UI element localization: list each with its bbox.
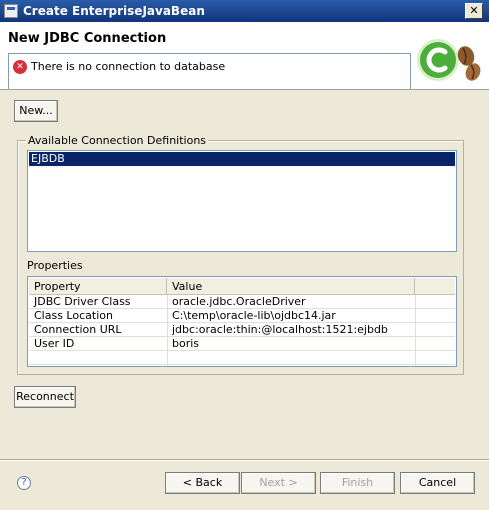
properties-label: Properties [27, 259, 83, 272]
value-cell: boris [172, 337, 200, 350]
table-row[interactable]: JDBC Driver Class oracle.jdbc.OracleDriv… [29, 295, 455, 309]
property-cell: Connection URL [34, 323, 122, 336]
property-cell: Class Location [34, 309, 113, 322]
value-cell: jdbc:oracle:thin:@localhost:1521:ejbdb [172, 323, 388, 336]
list-item[interactable]: EJBDB [29, 152, 455, 166]
window-icon [4, 4, 18, 18]
close-button[interactable]: ✕ [465, 3, 483, 19]
error-message: There is no connection to database [31, 60, 226, 73]
message-area: ✕ There is no connection to database [8, 53, 411, 89]
wizard-logo-icon [417, 39, 481, 81]
properties-table: Property Value JDBC Driver Class oracle.… [27, 276, 457, 367]
help-icon[interactable]: ? [17, 476, 31, 490]
footer-separator [0, 459, 489, 461]
table-header: Property Value [29, 278, 455, 295]
finish-button[interactable]: Finish [320, 472, 395, 494]
next-button[interactable]: Next > [241, 472, 316, 494]
table-row[interactable]: Class Location C:\temp\oracle-lib\ojdbc1… [29, 309, 455, 323]
table-row[interactable]: Connection URL jdbc:oracle:thin:@localho… [29, 323, 455, 337]
connection-list[interactable]: EJBDB [27, 150, 457, 252]
table-row [29, 351, 455, 365]
value-cell: C:\temp\oracle-lib\ojdbc14.jar [172, 309, 336, 322]
title-bar: Create EnterpriseJavaBean ✕ [0, 0, 489, 22]
cancel-button[interactable]: Cancel [400, 472, 475, 494]
table-row[interactable]: User ID boris [29, 337, 455, 351]
column-header-property[interactable]: Property [29, 278, 167, 295]
error-icon: ✕ [13, 60, 27, 74]
page-title: New JDBC Connection [8, 31, 167, 46]
column-header-value[interactable]: Value [167, 278, 415, 295]
window-title: Create EnterpriseJavaBean [23, 4, 205, 18]
reconnect-button[interactable]: Reconnect [14, 386, 76, 408]
property-cell: JDBC Driver Class [34, 295, 131, 308]
wizard-banner: New JDBC Connection ✕ There is no connec… [0, 22, 489, 90]
connections-group-label: Available Connection Definitions [26, 134, 209, 147]
property-cell: User ID [34, 337, 75, 350]
new-button[interactable]: New... [14, 100, 58, 122]
value-cell: oracle.jdbc.OracleDriver [172, 295, 306, 308]
back-button[interactable]: < Back [165, 472, 240, 494]
